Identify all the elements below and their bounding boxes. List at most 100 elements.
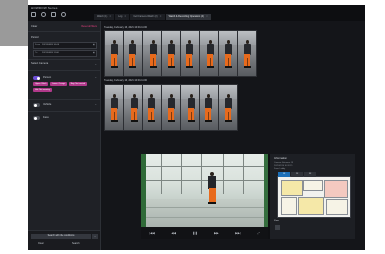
vehicle-label: Vehicle xyxy=(43,103,52,106)
sidebar-heading: Clear xyxy=(31,25,38,28)
tracked-person[interactable] xyxy=(207,172,217,206)
calendar-icon: ▣ xyxy=(92,44,95,46)
person-figure xyxy=(147,94,155,124)
result-thumbnail[interactable] xyxy=(123,84,143,131)
result-thumbnail[interactable] xyxy=(123,30,143,77)
floor-label: Floor xyxy=(274,220,279,222)
search-results: Tuesday, February 16, 2021 10:00-11:00 T… xyxy=(101,21,365,250)
search-conditions-button[interactable]: Search with the conditions xyxy=(31,234,91,239)
person-figure xyxy=(204,94,212,124)
result-thumbnail[interactable] xyxy=(218,84,238,131)
person-figure xyxy=(149,40,157,70)
result-thumbnail[interactable] xyxy=(161,30,181,77)
tab-watch[interactable]: Watch (1) ✕ xyxy=(94,14,115,20)
floor-map[interactable]: 1F 2F 3F xyxy=(277,172,351,218)
result-thumbnail[interactable] xyxy=(199,84,219,131)
floor-selector[interactable] xyxy=(275,225,280,230)
video-player-panel: |◀◀ ◀◀ ❚❚ ▶▶ ▶▶| ⤢ Information Camera: E… xyxy=(141,154,355,239)
result-thumbnail[interactable] xyxy=(180,30,200,77)
chip-bag[interactable]: Bag: Not carried xyxy=(68,82,88,86)
forward-button[interactable]: ▶▶ xyxy=(214,231,219,235)
pause-button[interactable]: ❚❚ xyxy=(192,231,197,235)
app-window: HOWDOW Series Watch (1) ✕ Log ✕ Cell Camer… xyxy=(28,5,365,250)
result-thumbnail[interactable] xyxy=(218,30,238,77)
reset-filters-link[interactable]: Reset all filters xyxy=(81,25,97,28)
skip-forward-button[interactable]: ▶▶| xyxy=(235,231,240,235)
face-label: Face xyxy=(43,116,49,119)
map-tab-3f[interactable]: 3F xyxy=(304,172,316,177)
camera-section[interactable]: Select Camera xyxy=(31,62,48,65)
to-date-field[interactable]: To 2021/04/05 11:00 ▣ xyxy=(33,50,97,57)
chevron-down-icon[interactable]: ⌄ xyxy=(94,102,97,106)
tab-bar: Watch (1) ✕ Log ✕ Cell Camera Watch (2) ✕ W… xyxy=(94,14,211,20)
vehicle-toggle[interactable] xyxy=(33,103,40,107)
face-toggle[interactable] xyxy=(33,116,40,120)
period-label: Period xyxy=(31,36,39,39)
help-icon[interactable] xyxy=(61,12,66,17)
result-thumbnail[interactable] xyxy=(180,84,200,131)
close-icon[interactable]: ✕ xyxy=(206,15,208,18)
person-figure xyxy=(224,40,232,70)
chevron-down-icon[interactable]: ⌄ xyxy=(94,62,97,66)
settings-icon[interactable] xyxy=(41,12,46,17)
attribute-chips: Upper: Black Lower: Orange Bag: Not carr… xyxy=(33,82,95,92)
result-thumbnail[interactable] xyxy=(142,84,162,131)
person-label: Person xyxy=(43,76,52,79)
search-button[interactable]: Search xyxy=(72,242,80,245)
top-bar: HOWDOW Series Watch (1) ✕ Log ✕ Cell Camer… xyxy=(28,5,365,22)
app-title: HOWDOW Series xyxy=(31,6,58,10)
person-figure xyxy=(167,40,175,70)
person-figure xyxy=(128,40,136,70)
tab-cell-camera[interactable]: Cell Camera Watch (2) ✕ xyxy=(130,14,165,20)
search-sidebar: Clear Reset all filters Period From 2021/… xyxy=(28,21,101,250)
chip-lower-color[interactable]: Lower: Orange xyxy=(49,82,68,86)
result-thumbnail[interactable] xyxy=(161,84,181,131)
person-toggle[interactable] xyxy=(33,76,40,80)
window-frames xyxy=(141,154,268,194)
clear-button[interactable]: Clear xyxy=(38,242,44,245)
map-tab-2f[interactable]: 2F xyxy=(291,172,303,177)
map-tab-1f[interactable]: 1F xyxy=(278,172,290,177)
background-gray-panel xyxy=(0,0,28,46)
close-icon[interactable]: ✕ xyxy=(124,15,126,18)
divider xyxy=(28,111,100,112)
menu-icon[interactable] xyxy=(31,12,36,17)
from-date-field[interactable]: From 2021/04/05 10:00 ▣ xyxy=(33,42,97,49)
result-thumbnail[interactable] xyxy=(142,30,162,77)
fullscreen-button[interactable]: ⤢ xyxy=(257,231,259,235)
layout-icon[interactable] xyxy=(51,12,56,17)
tab-recording-operation[interactable]: Watch & Recording Operation (4) ✕ xyxy=(165,14,211,20)
skip-back-button[interactable]: |◀◀ xyxy=(149,231,154,235)
divider xyxy=(28,59,100,60)
calendar-icon: ▣ xyxy=(92,52,95,54)
person-figure xyxy=(110,94,118,124)
result-thumbnail[interactable] xyxy=(237,30,257,77)
result-thumbnail[interactable] xyxy=(104,84,124,131)
person-figure xyxy=(185,40,193,70)
top-icons xyxy=(31,12,66,17)
person-figure xyxy=(130,94,138,124)
result-thumbnail[interactable] xyxy=(104,30,124,77)
sidebar-actions: Search with the conditions ⌄ Clear Searc… xyxy=(28,230,100,250)
info-zone: Zone: Lobby xyxy=(274,168,286,170)
person-figure xyxy=(167,94,175,124)
info-title: Information xyxy=(274,157,287,160)
divider xyxy=(28,70,100,71)
lobby-floor xyxy=(141,199,268,227)
chevron-down-icon[interactable]: ⌄ xyxy=(94,75,97,79)
result-group-title: Tuesday, February 16, 2021 10:00-11:00 xyxy=(104,26,148,29)
result-group-title: Tuesday, February 16, 2021 10:00-11:00 xyxy=(104,79,148,82)
divider xyxy=(28,31,100,32)
chip-hat[interactable]: Hat: Not wearing xyxy=(33,87,52,92)
close-icon[interactable]: ✕ xyxy=(160,15,162,18)
tab-log[interactable]: Log ✕ xyxy=(115,14,130,20)
video-view[interactable] xyxy=(141,154,268,227)
chevron-down-icon[interactable]: ⌄ xyxy=(91,234,98,239)
divider xyxy=(28,99,100,100)
close-icon[interactable]: ✕ xyxy=(109,15,111,18)
person-figure xyxy=(243,40,251,70)
rewind-button[interactable]: ◀◀ xyxy=(171,231,176,235)
result-thumbnail[interactable] xyxy=(199,30,219,77)
green-frame xyxy=(141,154,146,227)
chip-upper-color[interactable]: Upper: Black xyxy=(33,82,49,86)
